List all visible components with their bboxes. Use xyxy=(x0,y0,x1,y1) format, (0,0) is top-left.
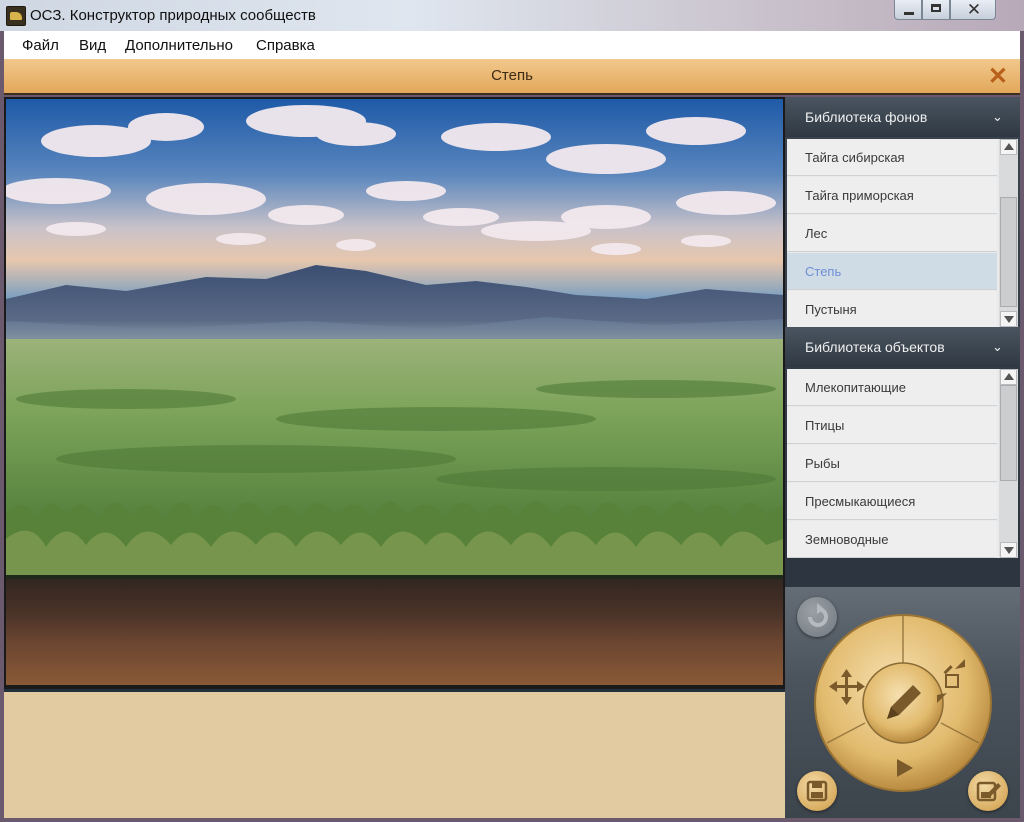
arrow-up-icon xyxy=(1004,373,1014,380)
arrow-down-icon xyxy=(1004,316,1014,323)
objects-library-header[interactable]: Библиотека объектов ⌄ xyxy=(785,327,1020,367)
list-item-label: Птицы xyxy=(805,418,845,433)
backgrounds-scrollbar[interactable] xyxy=(999,139,1018,327)
object-category-fish[interactable]: Рыбы xyxy=(787,445,997,482)
menu-bar: Файл Вид Дополнительно Справка xyxy=(4,31,1020,59)
list-item-label: Тайга сибирская xyxy=(805,150,905,165)
window-close-button[interactable]: ✕ xyxy=(950,0,996,20)
backgrounds-library-header[interactable]: Библиотека фонов ⌄ xyxy=(785,97,1020,137)
list-item-label: Млекопитающие xyxy=(805,380,906,395)
list-item-label: Пресмыкающиеся xyxy=(805,494,916,509)
maximize-button[interactable] xyxy=(922,0,950,20)
chevron-down-icon: ⌄ xyxy=(992,339,1003,354)
backgrounds-library-title: Библиотека фонов xyxy=(805,109,928,125)
right-sidebar: Библиотека фонов ⌄ Тайга сибирская Тайга… xyxy=(785,97,1020,818)
list-item-label: Степь xyxy=(805,264,842,279)
scroll-down-button[interactable] xyxy=(1000,311,1017,327)
app-logo-icon xyxy=(6,6,26,26)
tool-panel xyxy=(785,587,1020,818)
chevron-down-icon: ⌄ xyxy=(992,109,1003,124)
background-item-forest[interactable]: Лес xyxy=(787,215,997,252)
scene-frame xyxy=(4,97,785,689)
menu-file[interactable]: Файл xyxy=(22,37,59,54)
list-item-label: Лес xyxy=(805,226,828,241)
bottom-info-panel xyxy=(4,689,785,818)
scroll-thumb[interactable] xyxy=(1000,197,1017,307)
menu-view[interactable]: Вид xyxy=(79,37,106,54)
minimize-button[interactable] xyxy=(894,0,922,20)
maximize-icon xyxy=(931,4,941,12)
save-as-button[interactable] xyxy=(968,771,1008,811)
object-category-reptiles[interactable]: Пресмыкающиеся xyxy=(787,483,997,520)
save-button[interactable] xyxy=(797,771,837,811)
objects-scrollbar[interactable] xyxy=(999,369,1018,558)
window-title: ОСЗ. Конструктор природных сообществ xyxy=(30,7,316,24)
menu-help[interactable]: Справка xyxy=(256,37,315,54)
background-item-desert[interactable]: Пустыня xyxy=(787,291,997,328)
list-item-label: Рыбы xyxy=(805,456,840,471)
objects-list: Млекопитающие Птицы Рыбы Пресмыкающиеся … xyxy=(787,369,1018,558)
scroll-thumb[interactable] xyxy=(1000,385,1017,481)
tool-dial xyxy=(814,614,992,792)
list-item-label: Земноводные xyxy=(805,532,889,547)
app-window: ОСЗ. Конструктор природных сообществ ✕ Ф… xyxy=(0,0,1024,822)
close-icon: ✕ xyxy=(966,0,982,19)
title-bar: ОСЗ. Конструктор природных сообществ ✕ xyxy=(0,0,1024,31)
arrow-down-icon xyxy=(1004,547,1014,554)
scroll-up-button[interactable] xyxy=(1000,139,1017,155)
backgrounds-list: Тайга сибирская Тайга приморская Лес Сте… xyxy=(787,139,1018,328)
scroll-up-button[interactable] xyxy=(1000,369,1017,385)
object-category-amphibians[interactable]: Земноводные xyxy=(787,521,997,558)
scroll-down-button[interactable] xyxy=(1000,542,1017,558)
objects-library-title: Библиотека объектов xyxy=(805,339,945,355)
save-icon xyxy=(806,780,828,802)
minimize-icon xyxy=(904,12,914,15)
edit-save-icon xyxy=(976,781,1001,802)
object-category-mammals[interactable]: Млекопитающие xyxy=(787,369,997,406)
menu-advanced[interactable]: Дополнительно xyxy=(125,37,233,54)
arrow-up-icon xyxy=(1004,143,1014,150)
scene-close-button[interactable]: ✕ xyxy=(988,62,1008,91)
object-category-birds[interactable]: Птицы xyxy=(787,407,997,444)
list-item-label: Тайга приморская xyxy=(805,188,914,203)
background-item-steppe[interactable]: Степь xyxy=(787,253,997,290)
steppe-background-image[interactable] xyxy=(6,99,783,685)
list-item-label: Пустыня xyxy=(805,302,857,317)
scene-title: Степь xyxy=(491,67,533,84)
scene-header: Степь ✕ xyxy=(4,59,1020,95)
background-item-taiga-siberian[interactable]: Тайга сибирская xyxy=(787,139,997,176)
background-item-taiga-primorskaya[interactable]: Тайга приморская xyxy=(787,177,997,214)
